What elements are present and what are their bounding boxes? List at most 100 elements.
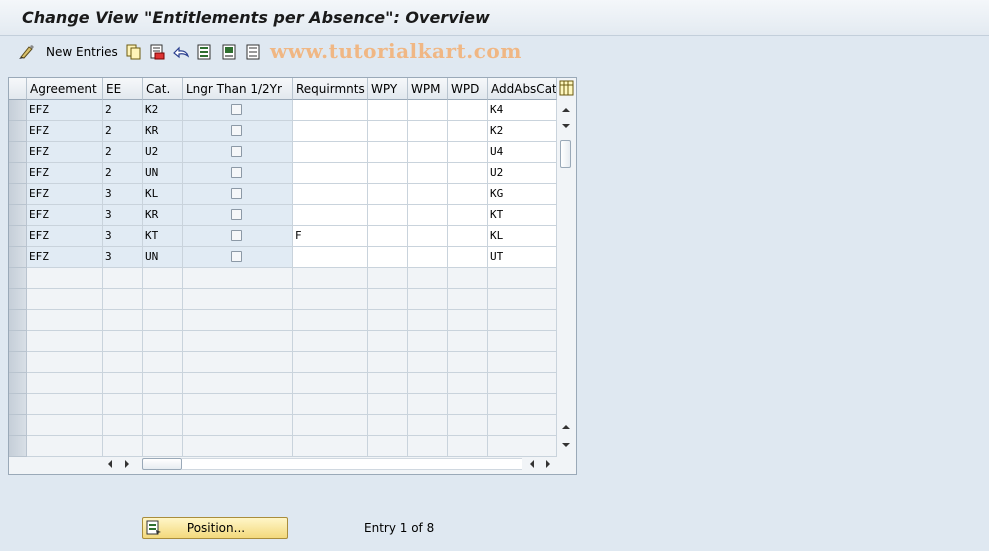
column-header-add-abs-cat[interactable]: AddAbsCat: [488, 78, 557, 100]
cell-add-abs-cat[interactable]: KT: [488, 205, 557, 226]
row-selector[interactable]: [9, 163, 27, 184]
cell-wpm[interactable]: [408, 163, 448, 184]
cell-add-abs-cat[interactable]: K2: [488, 121, 557, 142]
row-selector[interactable]: [9, 373, 27, 394]
column-header-ee[interactable]: EE: [103, 78, 143, 100]
row-selector[interactable]: [9, 352, 27, 373]
cell-wpm[interactable]: [408, 226, 448, 247]
cell-add-abs-cat[interactable]: KG: [488, 184, 557, 205]
cell-requirements[interactable]: [293, 184, 368, 205]
empty-cell: [488, 394, 557, 415]
copy-icon[interactable]: [126, 42, 142, 62]
row-selector[interactable]: [9, 142, 27, 163]
empty-cell: [488, 331, 557, 352]
column-header-longer-than-half-year[interactable]: Lngr Than 1/2Yr: [183, 78, 293, 100]
scroll-down-icon[interactable]: [561, 440, 571, 450]
row-selector[interactable]: [9, 310, 27, 331]
row-selector[interactable]: [9, 436, 27, 457]
cell-wpm[interactable]: [408, 247, 448, 268]
cell-requirements[interactable]: [293, 163, 368, 184]
cell-wpd[interactable]: [448, 247, 488, 268]
column-header-wpy[interactable]: WPY: [368, 78, 408, 100]
cell-wpm[interactable]: [408, 205, 448, 226]
column-header-wpm[interactable]: WPM: [408, 78, 448, 100]
select-all-rows-button[interactable]: [9, 78, 27, 100]
horizontal-scrollbar[interactable]: [27, 455, 557, 474]
cell-wpd[interactable]: [448, 163, 488, 184]
empty-cell: [27, 394, 103, 415]
row-selector[interactable]: [9, 331, 27, 352]
delete-icon[interactable]: [149, 42, 165, 62]
new-entries-button[interactable]: New Entries: [42, 42, 118, 62]
position-button[interactable]: Position...: [142, 517, 288, 539]
empty-cell: [408, 436, 448, 457]
cell-add-abs-cat[interactable]: K4: [488, 100, 557, 121]
cell-wpd[interactable]: [448, 226, 488, 247]
empty-cell: [143, 352, 183, 373]
cell-wpd[interactable]: [448, 205, 488, 226]
select-all-icon[interactable]: [197, 42, 213, 62]
cell-wpy[interactable]: [368, 121, 408, 142]
scroll-right-icon[interactable]: [122, 459, 132, 469]
row-selector[interactable]: [9, 394, 27, 415]
cell-wpy[interactable]: [368, 184, 408, 205]
column-header-agreement[interactable]: Agreement: [27, 78, 103, 100]
row-selector[interactable]: [9, 226, 27, 247]
row-selector[interactable]: [9, 289, 27, 310]
row-selector[interactable]: [9, 415, 27, 436]
row-selector[interactable]: [9, 205, 27, 226]
cell-wpy[interactable]: [368, 205, 408, 226]
empty-cell: [293, 331, 368, 352]
cell-wpy[interactable]: [368, 247, 408, 268]
scroll-page-up-icon[interactable]: [561, 422, 571, 432]
vertical-scroll-thumb[interactable]: [560, 140, 571, 168]
cell-add-abs-cat[interactable]: U2: [488, 163, 557, 184]
row-selector[interactable]: [9, 100, 27, 121]
cell-requirements[interactable]: [293, 142, 368, 163]
cell-requirements[interactable]: [293, 121, 368, 142]
cell-wpd[interactable]: [448, 121, 488, 142]
display-change-icon[interactable]: [18, 42, 36, 62]
cell-add-abs-cat[interactable]: KL: [488, 226, 557, 247]
cell-wpy[interactable]: [368, 226, 408, 247]
cell-wpm[interactable]: [408, 184, 448, 205]
undo-icon[interactable]: [172, 42, 190, 62]
horizontal-scroll-thumb[interactable]: [142, 458, 182, 470]
cell-requirements[interactable]: [293, 100, 368, 121]
cell-requirements[interactable]: [293, 247, 368, 268]
row-selector[interactable]: [9, 121, 27, 142]
scroll-page-right-icon[interactable]: [543, 459, 553, 469]
scroll-page-down-icon[interactable]: [561, 121, 571, 131]
cell-wpy[interactable]: [368, 163, 408, 184]
column-header-requirements[interactable]: Requirmnts: [293, 78, 368, 100]
scroll-up-icon[interactable]: [561, 105, 571, 115]
cell-wpm[interactable]: [408, 142, 448, 163]
deselect-all-icon[interactable]: [246, 42, 262, 62]
cell-wpd[interactable]: [448, 142, 488, 163]
cell-requirements[interactable]: F: [293, 226, 368, 247]
cell-wpy[interactable]: [368, 100, 408, 121]
cell-wpd[interactable]: [448, 184, 488, 205]
cell-wpm[interactable]: [408, 121, 448, 142]
cell-requirements[interactable]: [293, 205, 368, 226]
column-header-wpd[interactable]: WPD: [448, 78, 488, 100]
row-selector[interactable]: [9, 268, 27, 289]
longer-than-half-year-checkbox: [231, 146, 242, 157]
empty-cell: [293, 310, 368, 331]
column-header-category[interactable]: Cat.: [143, 78, 183, 100]
vertical-scrollbar[interactable]: [557, 100, 575, 455]
row-selector[interactable]: [9, 184, 27, 205]
cell-add-abs-cat[interactable]: UT: [488, 247, 557, 268]
column-settings-icon[interactable]: [559, 80, 574, 96]
horizontal-scroll-track[interactable]: [182, 458, 522, 470]
cell-wpm[interactable]: [408, 100, 448, 121]
cell-wpd[interactable]: [448, 100, 488, 121]
empty-cell: [27, 415, 103, 436]
scroll-left-icon[interactable]: [105, 459, 115, 469]
row-selector[interactable]: [9, 247, 27, 268]
cell-wpy[interactable]: [368, 142, 408, 163]
scroll-page-left-icon[interactable]: [527, 459, 537, 469]
cell-add-abs-cat[interactable]: U4: [488, 142, 557, 163]
empty-cell: [368, 310, 408, 331]
select-block-icon[interactable]: [222, 42, 238, 62]
